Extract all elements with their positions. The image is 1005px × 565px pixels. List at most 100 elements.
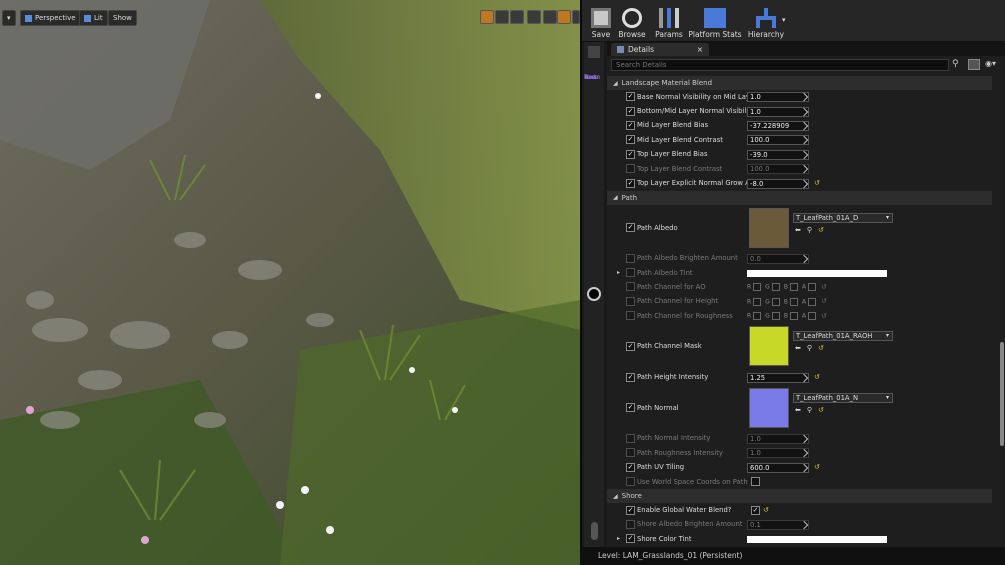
value-input[interactable]: 1.0: [747, 433, 809, 444]
grid-size-icon[interactable]: [572, 10, 580, 24]
channel-selector[interactable]: RGBA: [747, 297, 817, 306]
override-checkbox[interactable]: ✓: [626, 178, 635, 188]
override-checkbox[interactable]: ✓: [626, 341, 635, 351]
spinner-icon[interactable]: [799, 449, 809, 458]
channel-b[interactable]: B: [784, 312, 798, 321]
channel-checkbox[interactable]: [789, 283, 798, 292]
override-checkbox[interactable]: ✓: [626, 403, 635, 413]
reset-icon[interactable]: ↺: [818, 344, 824, 352]
use-selected-icon[interactable]: ⬅: [795, 226, 801, 234]
spinner-icon[interactable]: [799, 179, 809, 188]
value-input[interactable]: 1.25: [747, 372, 809, 383]
property-row[interactable]: Shore Albedo Brighten Amount 0.1: [607, 518, 992, 532]
property-row[interactable]: Path Channel for Height R G B A ↺: [607, 295, 992, 309]
asset-picker[interactable]: T_LeafPath_01A_D ▾: [793, 212, 893, 223]
channel-checkbox[interactable]: [789, 297, 798, 306]
property-row[interactable]: Path Normal Intensity 1.0: [607, 432, 992, 446]
world-space-icon[interactable]: [527, 10, 541, 24]
category-path[interactable]: ◢ Path: [607, 190, 992, 205]
channel-checkbox[interactable]: [753, 312, 762, 321]
expand-arrow-icon[interactable]: ▸: [617, 269, 620, 276]
override-checkbox[interactable]: ✓: [626, 135, 635, 145]
property-row[interactable]: ✓ Base Normal Visibility on Mid Layer 1.0: [607, 90, 992, 104]
color-swatch[interactable]: [747, 269, 887, 277]
reset-icon[interactable]: ↺: [821, 297, 827, 305]
category-shore[interactable]: ◢ Shore: [607, 489, 992, 504]
reset-icon[interactable]: ↺: [818, 226, 824, 234]
category-landscape-material-blend[interactable]: ◢ Landscape Material Blend: [607, 76, 992, 90]
browse-button[interactable]: Browse: [617, 3, 647, 39]
channel-a[interactable]: A: [802, 297, 817, 306]
property-row[interactable]: ✓ Top Layer Blend Bias -39.0: [607, 148, 992, 162]
channel-b[interactable]: B: [784, 297, 798, 306]
search-input[interactable]: [611, 59, 949, 71]
texture-thumbnail[interactable]: [749, 387, 789, 428]
viewport-options-button[interactable]: ▾: [2, 10, 16, 26]
value-input[interactable]: 600.0: [747, 462, 809, 473]
reset-icon[interactable]: ↺: [814, 373, 820, 381]
perspective-button[interactable]: Perspective: [20, 10, 81, 26]
override-checkbox[interactable]: [626, 477, 635, 487]
channel-checkbox[interactable]: [771, 312, 780, 321]
spinner-icon[interactable]: [799, 92, 809, 102]
override-checkbox[interactable]: [626, 448, 635, 458]
override-checkbox[interactable]: [626, 164, 635, 174]
chevron-down-icon[interactable]: ▾: [886, 214, 889, 222]
spinner-icon[interactable]: [799, 254, 809, 264]
override-checkbox[interactable]: [626, 268, 635, 278]
params-button[interactable]: Params: [652, 3, 686, 39]
override-checkbox[interactable]: ✓: [626, 372, 635, 382]
channel-g[interactable]: G: [765, 312, 780, 321]
color-swatch[interactable]: [747, 535, 887, 543]
chevron-down-icon[interactable]: ◢: [613, 194, 618, 201]
override-checkbox[interactable]: [626, 253, 635, 263]
property-row[interactable]: ✓ Path Albedo T_LeafPath_01A_D ▾ ⬅ ⚲ ↺: [607, 205, 992, 252]
property-row[interactable]: ✓ Top Layer Explicit Normal Grow Amo -8.0 ↺: [607, 176, 992, 190]
texture-thumbnail[interactable]: [749, 326, 789, 367]
property-row[interactable]: ✓ Path Normal T_LeafPath_01A_N ▾ ⬅ ⚲ ↺: [607, 385, 992, 432]
channel-checkbox[interactable]: [808, 312, 817, 321]
value-checkbox[interactable]: [751, 477, 760, 487]
value-input[interactable]: 100.0: [747, 135, 809, 146]
spinner-icon[interactable]: [799, 136, 809, 145]
translate-tool-icon[interactable]: [480, 10, 494, 24]
spinner-icon[interactable]: [799, 150, 809, 160]
spinner-icon[interactable]: [799, 463, 809, 473]
spinner-icon[interactable]: [799, 434, 809, 444]
use-selected-icon[interactable]: ⬅: [795, 406, 801, 414]
property-row[interactable]: Path Channel for AO R G B A ↺: [607, 280, 992, 294]
strip-scroll-handle[interactable]: [591, 522, 598, 540]
lit-button[interactable]: Lit: [79, 10, 108, 26]
spinner-icon[interactable]: [799, 107, 809, 116]
channel-checkbox[interactable]: [789, 312, 798, 321]
value-input[interactable]: 1.0: [747, 106, 809, 117]
property-row[interactable]: Path Roughness Intensity 1.0: [607, 446, 992, 460]
texture-thumbnail[interactable]: [749, 207, 789, 248]
override-checkbox[interactable]: [626, 311, 635, 321]
chevron-down-icon[interactable]: ◢: [613, 493, 618, 500]
override-checkbox[interactable]: ✓: [626, 505, 635, 515]
chevron-down-icon[interactable]: ▾: [886, 394, 889, 402]
value-input[interactable]: 0.1: [747, 519, 809, 530]
channel-checkbox[interactable]: [753, 283, 762, 292]
rotate-tool-icon[interactable]: [495, 10, 509, 24]
channel-r[interactable]: R: [747, 312, 762, 321]
channel-selector[interactable]: RGBA: [747, 283, 817, 292]
property-row[interactable]: Path Channel for Roughness R G B A ↺: [607, 309, 992, 323]
spinner-icon[interactable]: [799, 121, 809, 131]
channel-checkbox[interactable]: [808, 297, 817, 306]
override-checkbox[interactable]: ✓: [626, 149, 635, 159]
browse-icon[interactable]: ⚲: [807, 406, 812, 414]
asset-picker[interactable]: T_LeafPath_01A_RAOH ▾: [793, 331, 893, 342]
property-row[interactable]: ✓ Mid Layer Blend Bias -37.228909: [607, 119, 992, 133]
tab-details[interactable]: Details ×: [611, 43, 709, 56]
value-input[interactable]: 100.0: [747, 164, 809, 175]
hierarchy-button[interactable]: Hierarchy: [746, 3, 786, 39]
channel-r[interactable]: R: [747, 283, 762, 292]
channel-checkbox[interactable]: [808, 283, 817, 292]
chevron-down-icon[interactable]: ▾: [886, 332, 889, 340]
browse-icon[interactable]: ⚲: [807, 226, 812, 234]
override-checkbox[interactable]: ✓: [626, 534, 635, 544]
channel-b[interactable]: B: [784, 283, 798, 292]
override-checkbox[interactable]: [626, 433, 635, 443]
